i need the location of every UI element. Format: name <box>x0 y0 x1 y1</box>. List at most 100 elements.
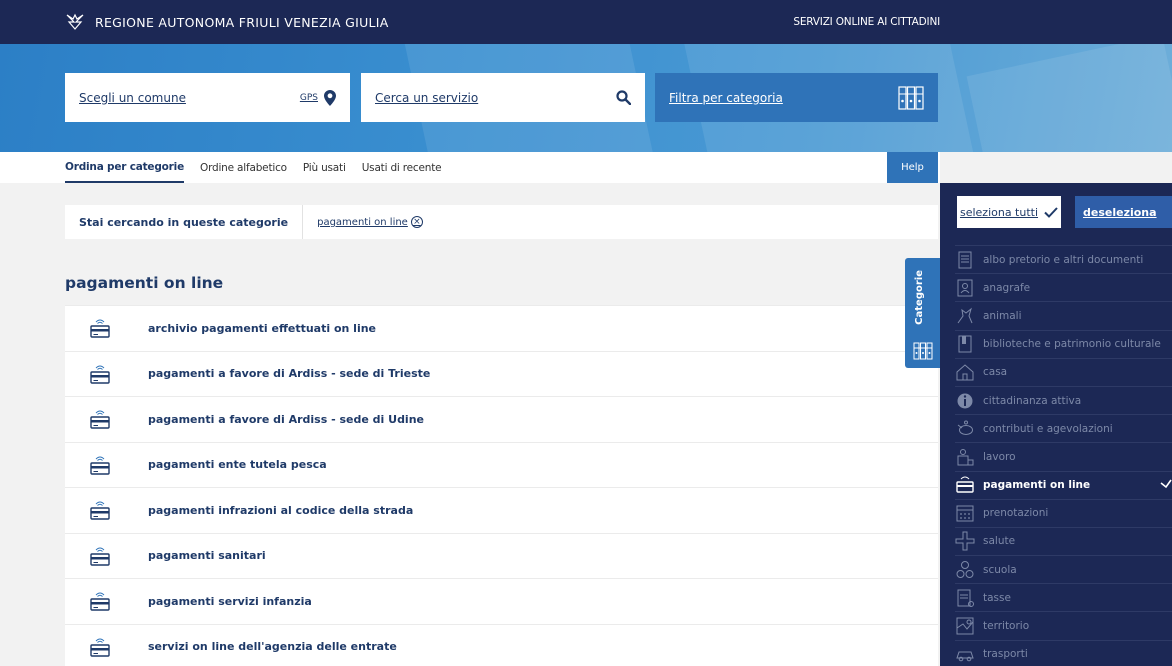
tab-usati-di-recente[interactable]: Usati di recente <box>362 152 442 183</box>
comune-selector[interactable]: Scegli un comune GPS <box>65 73 350 122</box>
deselect-button[interactable]: deseleziona <box>1075 196 1172 228</box>
tab-ordine-alfabetico[interactable]: Ordine alfabetico <box>200 152 287 183</box>
gps-label[interactable]: GPS <box>300 93 318 103</box>
region-title: REGIONE AUTONOMA FRIULI VENEZIA GIULIA <box>95 14 389 30</box>
category-item-albo-pretorio-e-altri-documenti[interactable]: albo pretorio e altri documenti <box>955 245 1172 273</box>
id-card-icon <box>955 278 975 298</box>
service-link[interactable]: pagamenti a favore di Ardiss - sede di T… <box>148 367 430 380</box>
service-row[interactable]: archivio pagamenti effettuati on line <box>65 305 938 351</box>
select-all-button[interactable]: seleziona tutti <box>957 196 1061 228</box>
service-search-field[interactable]: Cerca un servizio <box>361 73 645 122</box>
category-panel: seleziona tutti deseleziona albo pretori… <box>940 183 1172 666</box>
region-eagle-logo-icon <box>66 13 84 30</box>
tab-ordina-per-categorie[interactable]: Ordina per categorie <box>65 152 184 183</box>
book-icon <box>955 334 975 354</box>
piggy-bank-icon <box>955 419 975 439</box>
category-item-lavoro[interactable]: lavoro <box>955 442 1172 470</box>
sort-tabs-bar: Ordina per categorie Ordine alfabetico Più… <box>0 152 940 183</box>
payment-card-icon <box>955 475 975 495</box>
bookshelf-icon <box>913 342 933 360</box>
service-link[interactable]: servizi on line dell'agenzia delle entra… <box>148 640 397 653</box>
category-label: prenotazioni <box>983 507 1049 520</box>
category-item-prenotazioni[interactable]: prenotazioni <box>955 498 1172 527</box>
section-title: pagamenti on line <box>65 274 224 292</box>
category-label: contributi e agevolazioni <box>983 422 1113 435</box>
tax-document-icon <box>955 588 975 608</box>
category-label: animali <box>983 309 1022 322</box>
online-services-link[interactable]: SERVIZI ONLINE AI CITTADINI <box>793 16 940 28</box>
deselect-label: deseleziona <box>1083 205 1157 219</box>
service-link[interactable]: pagamenti sanitari <box>148 549 266 562</box>
animal-icon <box>955 306 975 326</box>
category-item-anagrafe[interactable]: anagrafe <box>955 273 1172 301</box>
help-button[interactable]: Help <box>887 152 938 183</box>
close-icon[interactable]: × <box>410 216 423 228</box>
service-row[interactable]: pagamenti servizi infanzia <box>65 578 938 624</box>
top-header: REGIONE AUTONOMA FRIULI VENEZIA GIULIA S… <box>0 0 1172 44</box>
region-brand[interactable]: REGIONE AUTONOMA FRIULI VENEZIA GIULIA <box>65 12 389 32</box>
payment-card-icon <box>65 408 148 430</box>
cross-icon <box>955 531 975 551</box>
category-item-scuola[interactable]: scuola <box>955 555 1172 583</box>
category-item-biblioteche-e-patrimonio-culturale[interactable]: biblioteche e patrimonio culturale <box>955 329 1172 358</box>
category-label: albo pretorio e altri documenti <box>983 253 1144 266</box>
map-icon <box>955 616 975 636</box>
category-item-trasporti[interactable]: trasporti <box>955 639 1172 666</box>
category-item-salute[interactable]: salute <box>955 526 1172 555</box>
service-row[interactable]: pagamenti a favore di Ardiss - sede di T… <box>65 350 938 396</box>
category-label: biblioteche e patrimonio culturale <box>983 338 1161 351</box>
service-row[interactable]: pagamenti ente tutela pesca <box>65 441 938 487</box>
service-row[interactable]: pagamenti a favore di Ardiss - sede di U… <box>65 396 938 442</box>
category-label: territorio <box>983 620 1030 633</box>
service-link[interactable]: archivio pagamenti effettuati on line <box>148 322 376 335</box>
check-icon <box>1044 206 1058 218</box>
payment-card-icon <box>65 590 148 612</box>
category-item-contributi-e-agevolazioni[interactable]: contributi e agevolazioni <box>955 414 1172 442</box>
categories-toggle-tab[interactable]: Categorie <box>905 258 940 368</box>
hero-search-banner: Scegli un comune GPS Cerca un servizio F… <box>0 44 1172 152</box>
payment-card-icon <box>65 545 148 567</box>
filter-chip[interactable]: pagamenti on line × <box>317 216 423 228</box>
service-link[interactable]: pagamenti ente tutela pesca <box>148 458 327 471</box>
service-row[interactable]: pagamenti sanitari <box>65 532 938 578</box>
category-list: albo pretorio e altri documenti anagrafe a… <box>955 245 1172 666</box>
service-row[interactable]: servizi on line dell'agenzia delle entra… <box>65 623 938 666</box>
tab-pi-usati[interactable]: Più usati <box>303 152 346 183</box>
category-item-tasse[interactable]: tasse <box>955 583 1172 611</box>
payment-card-icon <box>65 317 148 339</box>
category-item-cittadinanza-attiva[interactable]: cittadinanza attiva <box>955 385 1172 414</box>
car-icon <box>955 644 975 664</box>
category-label: trasporti <box>983 648 1028 661</box>
active-filters-bar: Stai cercando in queste categorie pagame… <box>65 205 938 239</box>
category-label: pagamenti on line <box>983 479 1091 492</box>
active-filters-label: Stai cercando in queste categorie <box>65 205 304 239</box>
document-list-icon <box>955 250 975 270</box>
service-link[interactable]: pagamenti infrazioni al codice della str… <box>148 504 413 517</box>
service-link[interactable]: pagamenti a favore di Ardiss - sede di U… <box>148 413 424 426</box>
check-icon <box>1160 479 1172 488</box>
category-item-animali[interactable]: animali <box>955 301 1172 329</box>
category-label: lavoro <box>983 450 1016 463</box>
category-label: cittadinanza attiva <box>983 394 1082 407</box>
service-row[interactable]: pagamenti infrazioni al codice della str… <box>65 487 938 533</box>
category-item-pagamenti-on-line[interactable]: pagamenti on line <box>955 470 1172 499</box>
work-icon <box>955 447 975 467</box>
filter-chip-label: pagamenti on line <box>317 216 408 228</box>
house-icon <box>955 362 975 382</box>
bookshelf-icon <box>898 85 924 110</box>
category-label: anagrafe <box>983 281 1031 294</box>
category-filter-button[interactable]: Filtra per categoria <box>655 73 938 122</box>
category-label: tasse <box>983 591 1011 604</box>
service-search-label: Cerca un servizio <box>375 90 479 105</box>
info-icon <box>955 391 975 411</box>
payment-card-icon <box>65 636 148 658</box>
location-pin-icon[interactable] <box>324 89 336 106</box>
service-list: archivio pagamenti effettuati on line pag… <box>65 305 938 666</box>
category-item-territorio[interactable]: territorio <box>955 611 1172 639</box>
payment-card-icon <box>65 499 148 521</box>
category-filter-label: Filtra per categoria <box>669 90 783 105</box>
category-item-casa[interactable]: casa <box>955 357 1172 386</box>
category-label: scuola <box>983 563 1017 576</box>
service-link[interactable]: pagamenti servizi infanzia <box>148 595 312 608</box>
search-icon[interactable] <box>616 90 631 105</box>
